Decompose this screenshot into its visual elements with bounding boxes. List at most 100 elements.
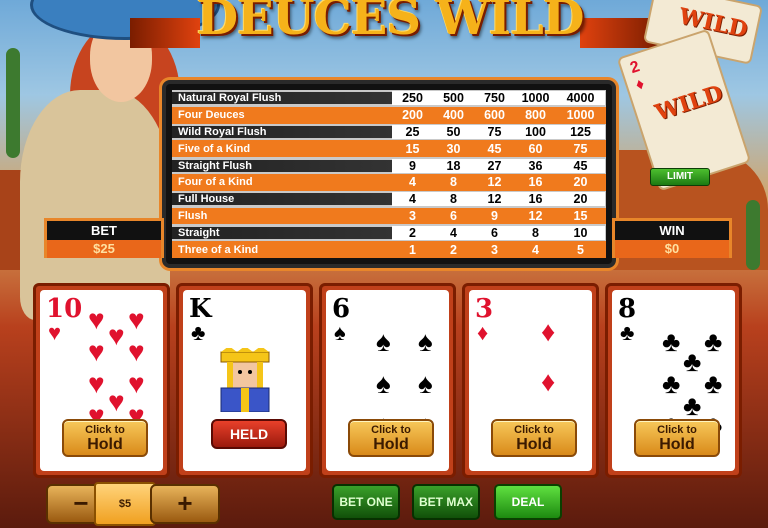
card-pip-icon: ♣ — [662, 326, 681, 357]
hold-button[interactable]: Click to Hold — [348, 419, 434, 457]
paytable-hand-name: Three of a Kind — [178, 243, 259, 256]
paytable-payout: 100 — [515, 124, 556, 139]
paytable-payout: 45 — [556, 158, 605, 173]
paytable-payout: 15 — [556, 208, 605, 223]
card-pip-icon: ♠ — [376, 368, 391, 399]
playing-card[interactable]: 10 ♥ ♥ ♥ ♥ ♥ ♥ ♥ ♥ ♥ ♥ ♥ Click to Hold — [40, 290, 163, 471]
paytable-payout: 4000 — [556, 91, 605, 106]
paytable-payout: 200 — [392, 108, 433, 123]
limit-button[interactable]: LIMIT — [650, 168, 710, 186]
paytable-payout: 125 — [556, 124, 605, 139]
card-slot[interactable]: K ♣ HELD — [176, 283, 313, 478]
hold-button[interactable]: Click to Hold — [491, 419, 577, 457]
paytable-payout: 75 — [556, 141, 605, 156]
paytable-payout: 2 — [433, 242, 474, 257]
card-suit-icon: ♠ — [334, 320, 346, 345]
hold-button-caption: Click to — [371, 424, 411, 436]
card-pip-icon: ♣ — [683, 390, 702, 421]
hold-button-caption: Click to — [85, 424, 125, 436]
card-pip-icon: ♥ — [108, 386, 125, 417]
paytable-payout: 4 — [515, 242, 556, 257]
cactus-left — [6, 48, 20, 158]
paytable-row: Four Deuces 200 400 600 800 1000 — [172, 106, 606, 124]
deal-button[interactable]: DEAL — [494, 484, 562, 520]
bet-one-button[interactable]: BET ONE — [332, 484, 400, 520]
paytable-payout: 2 — [392, 225, 433, 240]
paytable-row: Wild Royal Flush 25 50 75 100 125 — [172, 123, 606, 141]
card-pip-icon: ♥ — [88, 336, 105, 367]
paytable-payout: 6 — [433, 208, 474, 223]
card-pip-icon: ♠ — [376, 326, 391, 357]
paytable-row: Natural Royal Flush 250 500 750 1000 4000 — [172, 90, 606, 107]
hold-button[interactable]: Click to Hold — [634, 419, 720, 457]
bet-label: BET — [91, 223, 117, 238]
paytable-row: Straight Flush 9 18 27 36 45 — [172, 157, 606, 174]
paytable-payout: 250 — [392, 91, 433, 106]
paytable-payout: 8 — [433, 175, 474, 190]
paytable-payout: 4 — [433, 225, 474, 240]
cactus-right — [746, 200, 760, 270]
card-suit-icon: ♥ — [48, 320, 62, 345]
paytable-row: Five of a Kind 15 30 45 60 75 — [172, 140, 606, 158]
paytable-payout: 10 — [556, 225, 605, 240]
playing-card[interactable]: K ♣ HELD — [183, 290, 306, 471]
paytable-row: Flush 3 6 9 12 15 — [172, 207, 606, 225]
win-label: WIN — [659, 223, 685, 238]
card-slot[interactable]: 6♠♠♠♠♠♠♠Click toHold — [319, 283, 456, 478]
paytable-payout: 45 — [474, 141, 515, 156]
card-pip-icon: ♣ — [662, 368, 681, 399]
hold-button-caption: Click to — [657, 424, 697, 436]
card-pip-icon: ♥ — [108, 320, 125, 351]
paytable-payout: 60 — [515, 141, 556, 156]
playing-card[interactable]: 3♦♦♦♦Click toHold — [469, 290, 592, 471]
paytable-payout: 9 — [392, 158, 433, 173]
paytable-payout: 4 — [392, 175, 433, 190]
playing-card[interactable]: 8♣♣♣♣♣♣♣♣♣Click toHold — [612, 290, 735, 471]
card-suit-icon: ♦ — [477, 320, 489, 345]
paytable-hand-name: Wild Royal Flush — [172, 125, 392, 138]
card-pip-icon: ♦ — [541, 366, 556, 397]
paytable-payout: 750 — [474, 91, 515, 106]
card-pip-icon: ♠ — [418, 368, 433, 399]
paytable-payout: 20 — [556, 175, 605, 190]
hold-button-label: Hold — [516, 436, 552, 453]
bet-meter: BET $25 — [44, 218, 164, 258]
win-value: $0 — [615, 240, 729, 258]
pay-table: Natural Royal Flush 250 500 750 1000 4000 Four… — [162, 80, 616, 268]
card-pip-icon: ♥ — [128, 304, 145, 335]
paytable-hand-name: Straight — [172, 226, 392, 239]
card-slot[interactable]: 8♣♣♣♣♣♣♣♣♣Click toHold — [605, 283, 742, 478]
paytable-row: Four of a Kind 4 8 12 16 20 — [172, 173, 606, 191]
paytable-hand-name: Four of a Kind — [178, 176, 253, 189]
paytable-row: Straight 2 4 6 8 10 — [172, 224, 606, 242]
card-pip-icon: ♥ — [128, 368, 145, 399]
paytable-payout: 15 — [392, 141, 433, 156]
win-meter: WIN $0 — [612, 218, 732, 258]
held-indicator-button[interactable]: HELD — [211, 419, 287, 449]
paytable-payout: 30 — [433, 141, 474, 156]
paytable-payout: 800 — [515, 108, 556, 123]
card-pip-icon: ♣ — [683, 346, 702, 377]
card-pip-icon: ♥ — [128, 336, 145, 367]
paytable-payout: 12 — [474, 192, 515, 207]
king-portrait-icon — [213, 346, 277, 413]
bet-max-button[interactable]: BET MAX — [412, 484, 480, 520]
paytable-payout: 4 — [392, 192, 433, 207]
paytable-payout: 12 — [515, 208, 556, 223]
paytable-hand-name: Four Deuces — [178, 109, 245, 122]
paytable-payout: 8 — [515, 225, 556, 240]
paytable-hand-name: Full House — [172, 193, 392, 206]
paytable-payout: 1 — [392, 242, 433, 257]
coin-value-display: $5 — [94, 482, 156, 526]
paytable-payout: 1000 — [515, 91, 556, 106]
increase-bet-button[interactable]: + — [150, 484, 220, 524]
playing-card[interactable]: 6♠♠♠♠♠♠♠Click toHold — [326, 290, 449, 471]
hold-button[interactable]: Click to Hold — [62, 419, 148, 457]
paytable-payout: 50 — [433, 124, 474, 139]
card-slot[interactable]: 10 ♥ ♥ ♥ ♥ ♥ ♥ ♥ ♥ ♥ ♥ ♥ Click to Hold — [33, 283, 170, 478]
paytable-payout: 9 — [474, 208, 515, 223]
paytable-payout: 25 — [392, 124, 433, 139]
paytable-row: Three of a Kind 1 2 3 4 5 — [172, 241, 606, 258]
card-slot[interactable]: 3♦♦♦♦Click toHold — [462, 283, 599, 478]
paytable-hand-name: Five of a Kind — [178, 142, 251, 155]
